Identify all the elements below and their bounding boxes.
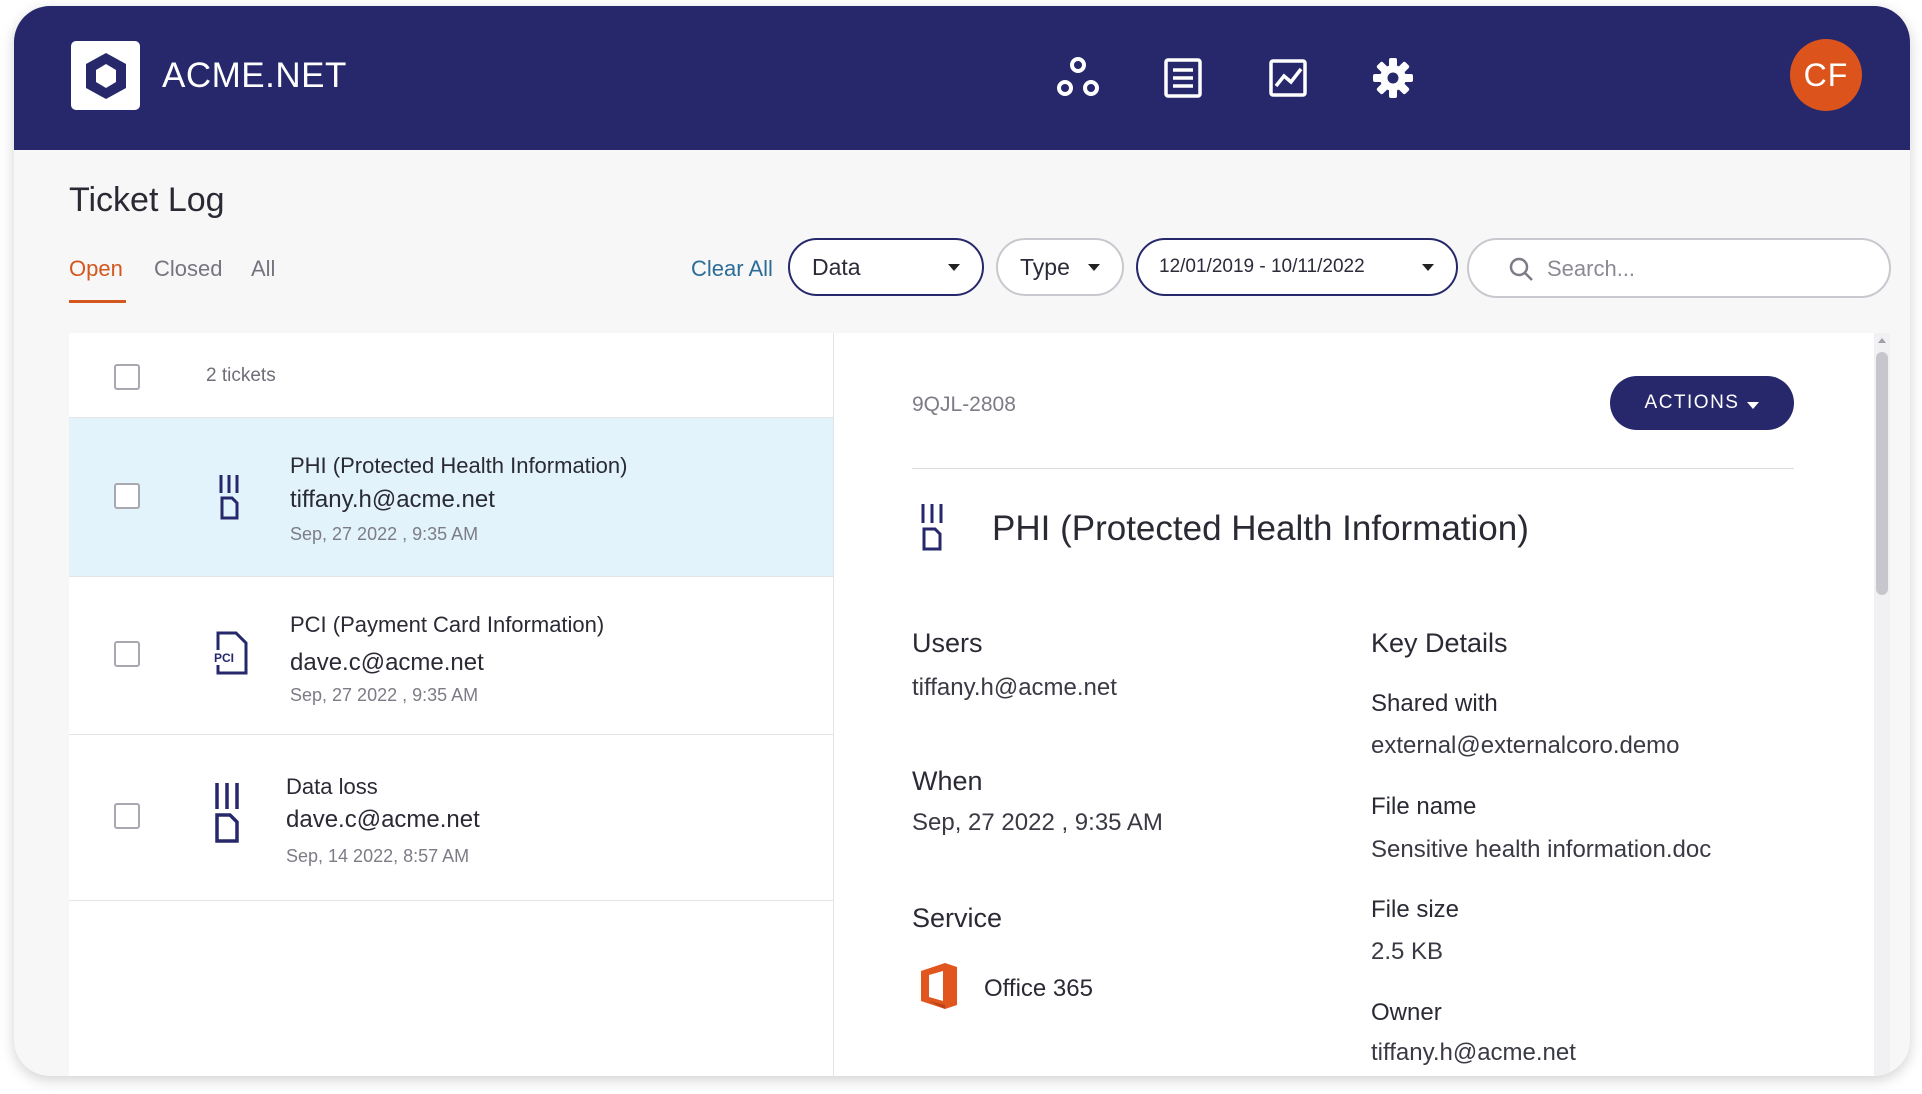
select-all-checkbox[interactable] — [114, 364, 140, 390]
detail-title: PHI (Protected Health Information) — [992, 509, 1529, 548]
search-input[interactable]: Search... — [1467, 238, 1891, 298]
list-document-icon[interactable] — [1159, 54, 1207, 102]
ticket-date: Sep, 14 2022, 8:57 AM — [286, 846, 470, 866]
top-navigation-bar: ACME.NET CF — [14, 6, 1910, 150]
tab-open[interactable]: Open — [69, 256, 123, 282]
ticket-row[interactable]: PHI (Protected Health Information) tiffa… — [69, 418, 833, 577]
when-value: Sep, 27 2022 , 9:35 AM — [912, 809, 1163, 836]
search-icon — [1507, 255, 1535, 288]
ticket-title: PCI (Payment Card Information) — [290, 612, 605, 637]
pci-document-icon: PCI — [210, 630, 250, 681]
actions-button[interactable]: ACTIONS — [1610, 376, 1794, 430]
service-label: Service — [912, 903, 1003, 933]
actions-label: ACTIONS — [1644, 392, 1740, 413]
ticket-detail-panel — [834, 333, 1874, 1076]
type-filter-dropdown[interactable]: Type — [996, 238, 1124, 296]
shared-with-label: Shared with — [1371, 690, 1498, 717]
date-range-dropdown[interactable]: 12/01/2019 - 10/11/2022 — [1136, 238, 1458, 296]
detail-divider — [912, 468, 1794, 469]
chevron-down-icon — [948, 264, 960, 271]
ticket-user: dave.c@acme.net — [290, 649, 484, 676]
type-filter-label: Type — [1020, 253, 1070, 280]
logo-icon[interactable] — [71, 41, 140, 110]
ticket-row[interactable]: PCI PCI (Payment Card Information) dave.… — [69, 576, 833, 735]
chevron-down-icon — [1747, 401, 1760, 409]
brand-name: ACME.NET — [162, 56, 347, 95]
data-loss-document-icon — [212, 781, 242, 850]
phi-document-icon — [216, 473, 242, 526]
file-name-value: Sensitive health information.doc — [1371, 836, 1712, 863]
file-size-value: 2.5 KB — [1371, 938, 1444, 965]
users-label: Users — [912, 628, 983, 658]
chevron-down-icon — [1422, 264, 1434, 271]
gear-icon[interactable] — [1369, 54, 1417, 102]
ticket-date: Sep, 27 2022 , 9:35 AM — [290, 685, 479, 705]
app-window: ACME.NET CF Ticket Log Open Closed All C… — [14, 6, 1910, 1076]
owner-value: tiffany.h@acme.net — [1371, 1039, 1576, 1066]
clear-all-link[interactable]: Clear All — [691, 256, 773, 282]
office-365-icon — [917, 961, 961, 1016]
user-avatar[interactable]: CF — [1790, 39, 1862, 111]
search-placeholder: Search... — [1547, 256, 1636, 281]
scroll-up-arrow-icon[interactable] — [1878, 338, 1886, 343]
ticket-row[interactable]: Data loss dave.c@acme.net Sep, 14 2022, … — [69, 734, 833, 901]
ticket-date: Sep, 27 2022 , 9:35 AM — [290, 524, 479, 544]
file-name-label: File name — [1371, 793, 1477, 820]
chevron-down-icon — [1088, 264, 1100, 271]
detail-scrollbar-thumb[interactable] — [1876, 352, 1888, 595]
users-value: tiffany.h@acme.net — [912, 674, 1117, 701]
key-details-label: Key Details — [1371, 628, 1508, 658]
ticket-checkbox[interactable] — [114, 803, 140, 829]
ticket-checkbox[interactable] — [114, 483, 140, 509]
when-label: When — [912, 766, 983, 796]
tab-closed[interactable]: Closed — [154, 256, 222, 282]
page-title: Ticket Log — [69, 181, 225, 219]
owner-label: Owner — [1371, 999, 1442, 1026]
ticket-title: Data loss — [286, 774, 378, 799]
file-size-label: File size — [1371, 896, 1460, 923]
shared-with-value: external@externalcoro.demo — [1371, 732, 1680, 759]
svg-text:PCI: PCI — [214, 651, 234, 665]
data-filter-label: Data — [812, 253, 861, 280]
date-range-label: 12/01/2019 - 10/11/2022 — [1159, 256, 1365, 277]
ticket-id: 9QJL-2808 — [912, 393, 1016, 416]
ticket-title: PHI (Protected Health Information) — [290, 453, 628, 478]
data-filter-dropdown[interactable]: Data — [788, 238, 984, 296]
phi-document-icon — [918, 502, 946, 557]
tab-all[interactable]: All — [251, 256, 275, 282]
service-value: Office 365 — [984, 975, 1093, 1002]
chart-icon[interactable] — [1264, 54, 1312, 102]
ticket-user: dave.c@acme.net — [286, 806, 480, 833]
nodes-icon[interactable] — [1054, 54, 1102, 102]
ticket-list-panel: 2 tickets PHI (Protected Health Informat… — [69, 333, 834, 1076]
ticket-user: tiffany.h@acme.net — [290, 486, 495, 513]
ticket-count: 2 tickets — [206, 365, 276, 386]
ticket-list-header: 2 tickets — [69, 333, 833, 418]
ticket-checkbox[interactable] — [114, 641, 140, 667]
active-tab-indicator — [69, 300, 126, 303]
